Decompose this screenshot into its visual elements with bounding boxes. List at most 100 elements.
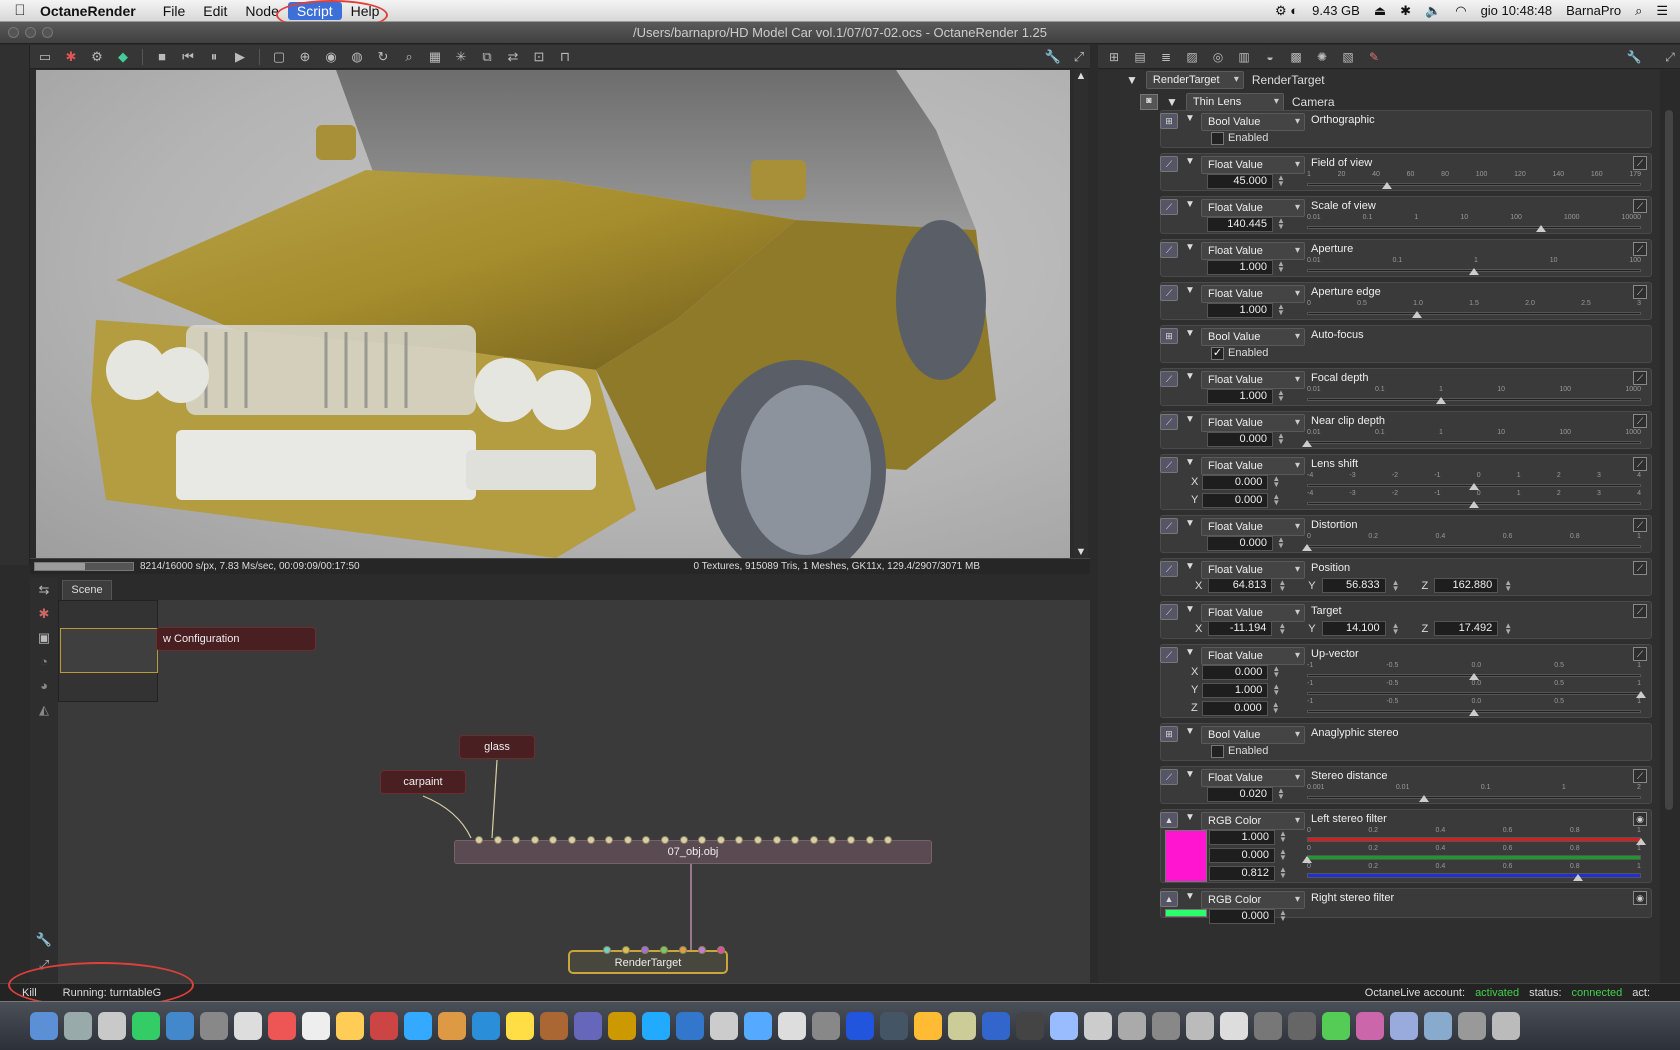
graph-expand-icon[interactable]: ⤢ bbox=[33, 957, 55, 977]
param-slider[interactable]: -4 -3 -2 -1 0 1 2 3 4 bbox=[1307, 472, 1641, 490]
spin-arrows-icon[interactable]: ▲ ▼ bbox=[1278, 621, 1286, 635]
dock-app-icon[interactable] bbox=[1492, 1012, 1520, 1040]
vector-y-value[interactable]: 56.833 bbox=[1321, 578, 1386, 593]
param-slider[interactable]: -4 -3 -2 -1 0 1 2 3 4 bbox=[1307, 490, 1641, 508]
graph-texture-icon[interactable]: ◕ bbox=[33, 678, 55, 698]
param-slider[interactable]: 1 20 40 60 80 100 120 140 160 179 bbox=[1307, 171, 1641, 189]
param-slider[interactable]: -1 -0.5 0.0 0.5 1 bbox=[1307, 662, 1641, 680]
notification-list-icon[interactable]: ☰ bbox=[1656, 3, 1668, 19]
enabled-checkbox[interactable] bbox=[1211, 131, 1224, 145]
expand-triangle-icon[interactable]: ▼ bbox=[1126, 73, 1138, 87]
lock-icon[interactable]: ⊓ bbox=[554, 47, 576, 67]
dock-app-icon[interactable] bbox=[64, 1012, 92, 1040]
dock-app-icon[interactable] bbox=[30, 1012, 58, 1040]
menu-node[interactable]: Node bbox=[236, 2, 287, 20]
param-type-select[interactable]: Float Value bbox=[1201, 156, 1305, 174]
root-type-select[interactable]: RenderTarget bbox=[1145, 71, 1244, 89]
dock-app-icon[interactable] bbox=[608, 1012, 636, 1040]
slider-knob[interactable] bbox=[1412, 311, 1423, 318]
scroll-down-icon[interactable]: ▼ bbox=[1074, 546, 1088, 558]
dock-app-icon[interactable] bbox=[1288, 1012, 1316, 1040]
bluetooth-icon[interactable]: ✱ bbox=[1400, 3, 1411, 19]
param-slider[interactable]: -1 -0.5 0.0 0.5 1 bbox=[1307, 680, 1646, 698]
mesh-input-pin[interactable] bbox=[847, 836, 855, 844]
curve-icon[interactable]: ⟋ bbox=[1633, 604, 1647, 618]
menu-file[interactable]: File bbox=[154, 2, 195, 20]
param-value[interactable]: 140.445 bbox=[1207, 216, 1273, 232]
light-icon[interactable]: ✺ bbox=[1312, 47, 1332, 67]
pause-icon[interactable]: ⏸ bbox=[203, 47, 225, 67]
zoom-window-button[interactable] bbox=[42, 27, 53, 38]
param-type-select[interactable]: RGB Color bbox=[1201, 812, 1305, 830]
curve-icon[interactable]: ⟋ bbox=[1633, 156, 1647, 170]
spin-arrows-icon[interactable]: ▲ ▼ bbox=[1272, 665, 1280, 679]
param-type-select[interactable]: Bool Value bbox=[1201, 328, 1305, 346]
spin-arrows-icon[interactable]: ▲ ▼ bbox=[1279, 866, 1287, 880]
spin-arrows-icon[interactable]: ▲ ▼ bbox=[1504, 578, 1512, 592]
spotlight-search-icon[interactable]: ⌕ bbox=[1635, 3, 1642, 19]
curve-icon[interactable]: ⟋ bbox=[1633, 518, 1647, 532]
dock-app-icon[interactable] bbox=[676, 1012, 704, 1040]
vector-z-value[interactable]: 0.000 bbox=[1201, 700, 1268, 716]
spin-arrows-icon[interactable]: ▲ ▼ bbox=[1272, 475, 1280, 489]
focus-picker-icon[interactable]: ⊕ bbox=[294, 47, 316, 67]
color-swatch[interactable] bbox=[1165, 909, 1207, 917]
slider-knob[interactable] bbox=[1469, 268, 1479, 275]
status-icons[interactable]: ⚙ ◐ bbox=[1275, 3, 1298, 19]
vector-y-value[interactable]: 0.000 bbox=[1202, 492, 1269, 508]
expand-triangle-icon[interactable]: ▼ bbox=[1185, 457, 1195, 468]
kill-script-button[interactable]: Kill bbox=[0, 987, 49, 999]
mesh-input-pin[interactable] bbox=[809, 836, 818, 844]
settings-icon[interactable]: ⚙ bbox=[86, 47, 108, 67]
param-value[interactable]: 1.000 bbox=[1207, 302, 1273, 318]
render-target-input-pin[interactable] bbox=[603, 946, 611, 954]
param-type-select[interactable]: Float Value bbox=[1201, 647, 1305, 665]
image-icon[interactable]: ▨ bbox=[1182, 47, 1202, 67]
scrollbar-thumb[interactable] bbox=[1665, 110, 1673, 810]
export-icon[interactable]: ⇄ bbox=[502, 47, 524, 67]
color-swatch[interactable] bbox=[1165, 830, 1207, 882]
dock-app-icon[interactable] bbox=[1050, 1012, 1078, 1040]
mesh-input-pin[interactable] bbox=[865, 836, 874, 844]
param-type-select[interactable]: Float Value bbox=[1201, 604, 1305, 622]
param-slider[interactable]: 0.01 0.1 1 10 100 1000 10000 bbox=[1307, 214, 1641, 232]
mesh-input-pin[interactable] bbox=[716, 836, 725, 844]
zoom-icon[interactable]: ⌕ bbox=[398, 47, 420, 67]
slider-knob[interactable] bbox=[1469, 709, 1479, 716]
dock-app-icon[interactable] bbox=[744, 1012, 772, 1040]
slider-knob[interactable] bbox=[1302, 856, 1312, 863]
expand-triangle-icon[interactable]: ▼ bbox=[1166, 95, 1178, 109]
mesh-input-pin[interactable] bbox=[661, 836, 669, 844]
slider-knob[interactable] bbox=[1302, 544, 1312, 551]
curve-icon[interactable]: ⟋ bbox=[1633, 769, 1647, 783]
minimize-window-button[interactable] bbox=[25, 27, 36, 38]
dock-app-icon[interactable] bbox=[1458, 1012, 1486, 1040]
node-inspector-icon[interactable]: ⊞ bbox=[1104, 47, 1124, 67]
param-type-select[interactable]: RGB Color bbox=[1201, 891, 1305, 909]
scroll-up-icon[interactable]: ▲ bbox=[1074, 70, 1088, 82]
param-value[interactable]: 0.000 bbox=[1207, 431, 1273, 447]
dock-app-icon[interactable] bbox=[982, 1012, 1010, 1040]
param-value[interactable]: 1.000 bbox=[1207, 388, 1273, 404]
dock-app-icon[interactable] bbox=[846, 1012, 874, 1040]
expand-triangle-icon[interactable]: ▼ bbox=[1185, 285, 1195, 296]
viewport-scrollbar[interactable]: ▲ ▼ bbox=[1074, 70, 1088, 558]
dock-app-icon[interactable] bbox=[710, 1012, 738, 1040]
graph-material-icon[interactable]: ◔ bbox=[33, 654, 55, 674]
grid-icon[interactable]: ▦ bbox=[424, 47, 446, 67]
spin-arrows-icon[interactable]: ▲ ▼ bbox=[1277, 432, 1285, 446]
dock-app-icon[interactable] bbox=[1220, 1012, 1248, 1040]
curve-icon[interactable]: ⟋ bbox=[1633, 561, 1647, 575]
menu-help[interactable]: Help bbox=[342, 2, 389, 20]
param-type-select[interactable]: Float Value bbox=[1201, 371, 1305, 389]
dock-app-icon[interactable] bbox=[914, 1012, 942, 1040]
expand-triangle-icon[interactable]: ▼ bbox=[1185, 561, 1195, 572]
film-icon[interactable]: ▥ bbox=[1234, 47, 1254, 67]
param-type-select[interactable]: Float Value bbox=[1201, 561, 1305, 579]
spin-arrows-icon[interactable]: ▲ ▼ bbox=[1279, 830, 1287, 844]
menu-edit[interactable]: Edit bbox=[194, 2, 236, 20]
param-slider[interactable]: -1 -0.5 0.0 0.5 1 bbox=[1307, 698, 1641, 716]
param-slider[interactable]: 0 0.2 0.4 0.6 0.8 1 bbox=[1307, 863, 1641, 881]
node-mesh[interactable]: 07_obj.obj bbox=[454, 840, 932, 864]
param-type-select[interactable]: Float Value bbox=[1201, 414, 1305, 432]
